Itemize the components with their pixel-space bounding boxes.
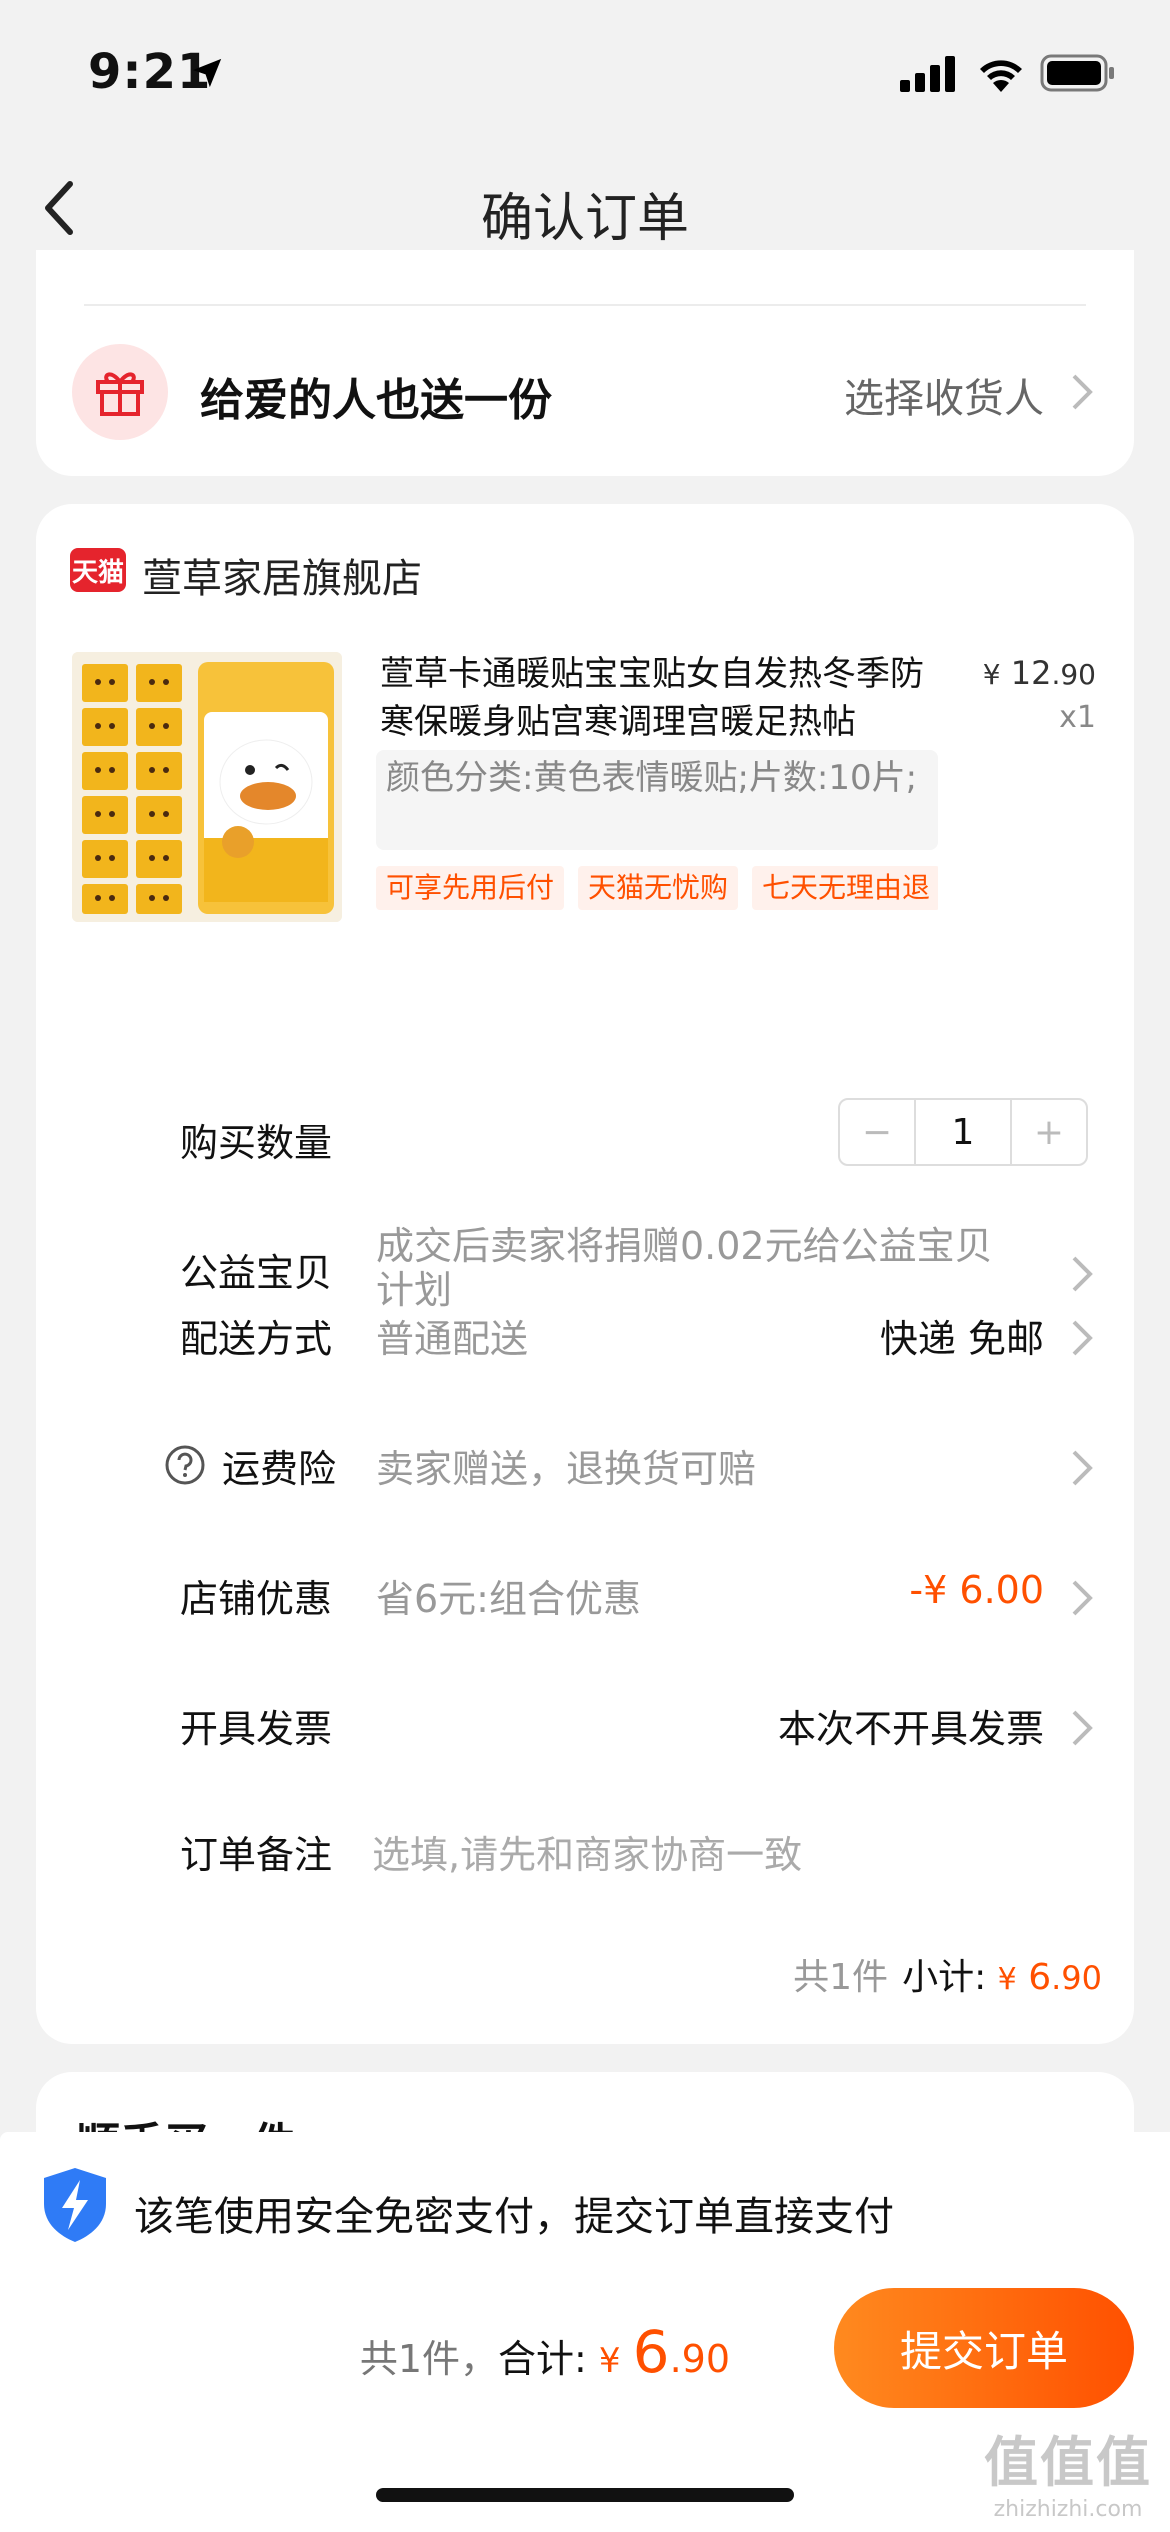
tag-worry-free: 天猫无忧购 [578, 866, 739, 910]
product-title[interactable]: 萱草卡通暖贴宝宝贴女自发热冬季防寒保暖身贴宫寒调理宫暖足热帖 [380, 650, 940, 746]
location-arrow-icon [192, 58, 222, 88]
shop-name[interactable]: 萱草家居旗舰店 [142, 546, 422, 604]
quantity-row: 购买数量 − 1 + [36, 1098, 1134, 1178]
note-label: 订单备注 [180, 1833, 333, 1877]
gift-text: 给爱的人也送一份 [200, 375, 552, 426]
discount-row[interactable]: 店铺优惠 省6元:组合优惠 -¥ 6.00 [36, 1554, 1134, 1634]
status-bar: 9:21 [0, 0, 1170, 140]
insurance-label: 运费险 [222, 1447, 337, 1491]
chevron-right-icon [1072, 1450, 1093, 1486]
gift-icon-circle [72, 344, 168, 440]
invoice-label: 开具发票 [180, 1707, 333, 1751]
chevron-right-icon [1072, 1320, 1093, 1356]
product-tags: 可享先用后付 天猫无忧购 七天无理由退 [376, 866, 938, 910]
submit-order-button[interactable]: 提交订单 [834, 2288, 1134, 2408]
watermark-logo: 值值值 [984, 2431, 1152, 2494]
order-card: 天猫 萱草家居旗舰店 萱草卡通暖贴宝宝贴女自发热冬季防寒保暖身贴宫寒调理宫暖足热… [36, 504, 1134, 2044]
chevron-right-icon [1072, 1710, 1093, 1746]
tag-pay-later: 可享先用后付 [376, 866, 565, 910]
chevron-right-icon [1072, 1580, 1093, 1616]
delivery-value: 普通配送 [376, 1317, 529, 1361]
discount-value: 省6元:组合优惠 [376, 1577, 641, 1621]
subtotal-count: 共1件 [793, 1957, 889, 1998]
quantity-value[interactable]: 1 [914, 1100, 1012, 1164]
chevron-right-icon [1072, 374, 1093, 410]
help-circle-icon[interactable] [164, 1444, 206, 1486]
gift-icon [96, 372, 144, 416]
subtotal-label: 小计: [902, 1957, 987, 1998]
invoice-value: 本次不开具发票 [777, 1707, 1044, 1751]
insurance-value: 卖家赠送，退换货可赔 [376, 1447, 757, 1491]
battery-icon [1040, 54, 1114, 92]
note-row: 订单备注 选填,请先和商家协商一致 [36, 1810, 1134, 1890]
total-amount: ¥ 6.90 [598, 2318, 730, 2386]
decrement-button[interactable]: − [840, 1100, 914, 1164]
subtotal-amount: ¥ 6.90 [997, 1957, 1102, 1998]
product-spec[interactable]: 颜色分类:黄色表情暖贴;片数:10片; [376, 750, 938, 850]
product-quantity: x1 [1059, 700, 1096, 735]
product-price: ¥ 12.90 [982, 654, 1096, 692]
increment-button[interactable]: + [1012, 1100, 1086, 1164]
home-indicator[interactable] [376, 2488, 794, 2502]
insurance-row[interactable]: 运费险 卖家赠送，退换货可赔 [36, 1424, 1134, 1504]
discount-amount: -¥ 6.00 [909, 1568, 1044, 1612]
shield-lightning-icon [44, 2168, 106, 2242]
product-image-graphic [72, 652, 342, 922]
delivery-label: 配送方式 [180, 1317, 333, 1361]
secure-payment-text: 该笔使用安全免密支付，提交订单直接支付 [134, 2194, 894, 2240]
product-image[interactable] [72, 652, 342, 922]
gift-card[interactable]: 给爱的人也送一份 选择收货人 [36, 250, 1134, 476]
quantity-label: 购买数量 [180, 1121, 333, 1165]
tmall-badge: 天猫 [70, 548, 126, 592]
order-total: 共1件，合计: ¥ 6.90 [360, 2318, 730, 2386]
delivery-method: 快递 免邮 [879, 1317, 1044, 1361]
charity-label: 公益宝贝 [180, 1251, 333, 1295]
watermark: 值值值 zhizhizhi.com [984, 2418, 1152, 2522]
note-input[interactable]: 选填,请先和商家协商一致 [372, 1824, 802, 1879]
select-recipient-link[interactable]: 选择收货人 [844, 366, 1044, 424]
subtotal: 共1件 小计: ¥ 6.90 [793, 1948, 1102, 2000]
delivery-row[interactable]: 配送方式 普通配送 快递 免邮 [36, 1294, 1134, 1374]
watermark-url: zhizhizhi.com [993, 2497, 1143, 2522]
total-label: 合计: [498, 2337, 587, 2381]
discount-label: 店铺优惠 [180, 1577, 333, 1621]
total-count: 共1件， [359, 2337, 499, 2381]
quantity-stepper: − 1 + [838, 1098, 1088, 1166]
invoice-row[interactable]: 开具发票 本次不开具发票 [36, 1684, 1134, 1764]
wifi-icon [980, 60, 1022, 92]
cellular-signal-icon [900, 56, 955, 92]
chevron-right-icon [1072, 1256, 1093, 1292]
tag-seven-day-return: 七天无理由退 [752, 866, 938, 910]
page-title: 确认订单 [480, 189, 689, 249]
divider [84, 304, 1086, 306]
